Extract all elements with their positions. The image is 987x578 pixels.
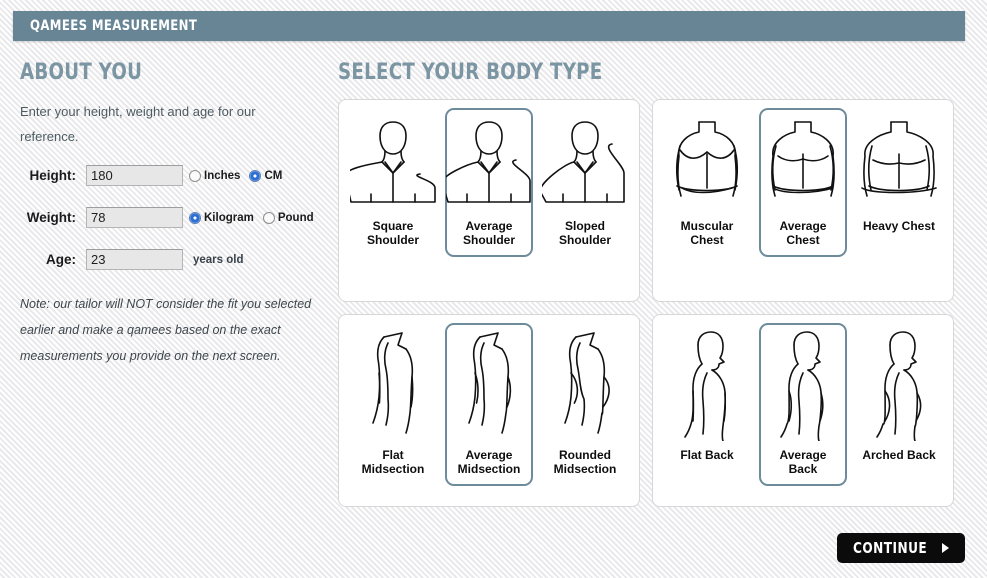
field-row: Age: years old [20, 249, 325, 270]
body-type-option-average-back[interactable]: Average Back [759, 323, 847, 486]
about-you-description: Enter your height, weight and age for ou… [20, 104, 256, 144]
field-label: Age: [46, 252, 76, 267]
body-type-option-sloped-shoulder[interactable]: Sloped Shoulder [541, 108, 629, 257]
shoulder-figure-icon [542, 116, 628, 212]
body-type-option-average-chest[interactable]: Average Chest [759, 108, 847, 257]
body-type-option-label: Flat Back [680, 448, 734, 462]
body-type-option-average-midsection[interactable]: Average Midsection [445, 323, 533, 486]
body-type-option-flat-back[interactable]: Flat Back [663, 323, 751, 472]
body-type-option-label: Arched Back [862, 448, 936, 462]
back-figure-icon [760, 331, 846, 441]
body-type-option-rounded-midsection[interactable]: Rounded Midsection [541, 323, 629, 486]
chest-figure-icon [856, 116, 942, 212]
midsection-figure-icon [350, 331, 436, 441]
tailor-note: Note: our tailor will NOT consider the f… [20, 297, 312, 363]
chest-figure-icon [760, 116, 846, 212]
radio-icon[interactable] [249, 169, 262, 182]
field-label: Weight: [26, 210, 76, 225]
radio-option-kilogram[interactable]: Kilogram [189, 211, 254, 224]
radio-option-label: Pound [277, 211, 314, 224]
body-type-panel-grid: Square Shoulder Average Shoulder Sloped Sho… [338, 99, 968, 507]
field-row: Weight: Kilogram Pound [20, 207, 325, 228]
body-type-panel-midsection: Flat Midsection Average Midsection Rounded… [338, 314, 640, 507]
body-type-option-label: Flat Midsection [361, 448, 425, 476]
body-type-option-flat-midsection[interactable]: Flat Midsection [349, 323, 437, 486]
shoulder-figure-icon [446, 116, 532, 212]
body-type-option-average-shoulder[interactable]: Average Shoulder [445, 108, 533, 257]
body-type-option-label: Average Shoulder [462, 219, 515, 247]
radio-icon[interactable] [189, 211, 201, 224]
radio-icon[interactable] [262, 211, 275, 224]
radio-option-cm[interactable]: CM [244, 169, 283, 182]
body-type-option-muscular-chest[interactable]: Muscular Chest [663, 108, 751, 257]
age-input[interactable] [86, 249, 183, 270]
field-suffix: years old [193, 253, 244, 266]
height-input[interactable] [86, 165, 183, 186]
body-type-option-label: Sloped Shoulder [558, 219, 611, 247]
page-content: ABOUT YOU Enter your height, weight and … [0, 41, 987, 578]
chest-figure-icon [664, 116, 750, 212]
radio-option-inches[interactable]: Inches [189, 169, 241, 182]
body-type-panel-back: Flat Back Average Back Arched Back [652, 314, 954, 507]
about-you-heading: ABOUT YOU [20, 60, 143, 85]
body-type-option-label: Heavy Chest [862, 219, 936, 233]
body-type-panel-shoulder: Square Shoulder Average Shoulder Sloped Sho… [338, 99, 640, 302]
back-figure-icon [856, 331, 942, 441]
radio-option-label: Kilogram [204, 211, 254, 224]
about-you-section: ABOUT YOU Enter your height, weight and … [20, 60, 325, 382]
app-header-bar: QAMEES MEASUREMENT [13, 11, 965, 41]
body-type-section: SELECT YOUR BODY TYPE Square Shoulder Ave… [338, 60, 968, 507]
body-type-option-square-shoulder[interactable]: Square Shoulder [349, 108, 437, 257]
unit-radio-group: Kilogram Pound [189, 211, 318, 224]
arrow-right-icon [942, 543, 949, 553]
radio-option-pound[interactable]: Pound [258, 211, 314, 224]
radio-icon[interactable] [189, 169, 201, 182]
field-row: Height: Inches CM [20, 165, 325, 186]
body-type-option-heavy-chest[interactable]: Heavy Chest [855, 108, 943, 243]
back-figure-icon [664, 331, 750, 441]
weight-input[interactable] [86, 207, 183, 228]
body-type-heading: SELECT YOUR BODY TYPE [338, 60, 603, 85]
body-type-option-label: Rounded Midsection [553, 448, 617, 476]
body-type-option-label: Average Midsection [457, 448, 521, 476]
continue-label: CONTINUE [852, 539, 927, 557]
body-type-panel-chest: Muscular Chest Average Chest Heavy Chest [652, 99, 954, 302]
body-type-option-label: Average Back [779, 448, 827, 476]
body-type-option-arched-back[interactable]: Arched Back [855, 323, 943, 472]
body-type-option-label: Square Shoulder [366, 219, 419, 247]
midsection-figure-icon [542, 331, 628, 441]
measurement-form: Height: Inches CM Weight: Kilogram Pound Age: y… [20, 165, 325, 270]
body-type-option-label: Average Chest [779, 219, 827, 247]
shoulder-figure-icon [350, 116, 436, 212]
continue-button[interactable]: CONTINUE [836, 533, 965, 563]
body-type-option-label: Muscular Chest [680, 219, 734, 247]
field-label: Height: [29, 168, 77, 183]
midsection-figure-icon [446, 331, 532, 441]
app-title: QAMEES MEASUREMENT [30, 18, 198, 34]
unit-radio-group: Inches CM [189, 169, 286, 182]
radio-option-label: CM [264, 169, 283, 182]
radio-option-label: Inches [204, 169, 241, 182]
